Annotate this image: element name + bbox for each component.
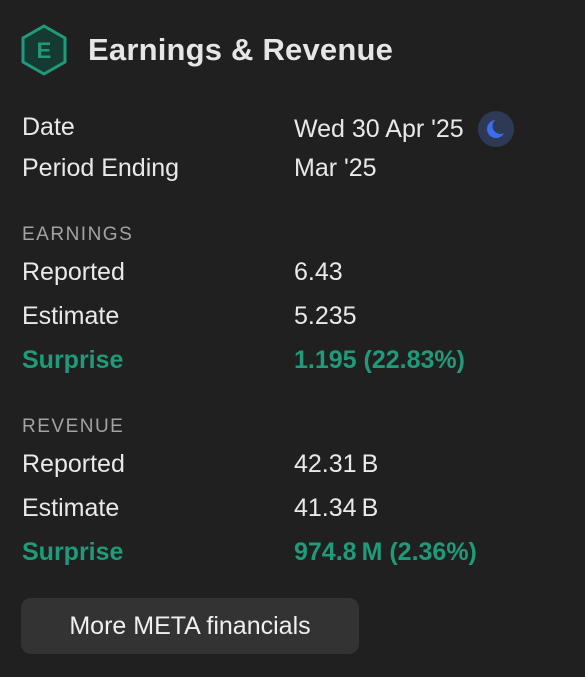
earnings-estimate-row: Estimate 5.235: [22, 300, 565, 332]
revenue-surprise-label: Surprise: [22, 538, 124, 566]
date-value: Wed 30 Apr '25: [294, 115, 464, 143]
revenue-surprise-row: Surprise 974.8 M (2.36%): [22, 536, 565, 568]
moon-icon: [477, 111, 514, 147]
earnings-reported-label: Reported: [22, 258, 125, 286]
revenue-reported-row: Reported 42.31 B: [22, 448, 565, 480]
date-value-wrap: Wed 30 Apr '25: [294, 111, 514, 147]
revenue-reported-value: 42.31 B: [294, 450, 379, 478]
earnings-surprise-value: 1.195 (22.83%): [294, 346, 465, 374]
earnings-surprise-label: Surprise: [22, 346, 124, 374]
revenue-estimate-label: Estimate: [22, 494, 120, 522]
more-financials-button[interactable]: More META financials: [21, 598, 359, 654]
date-row: Date Wed 30 Apr '25: [22, 111, 565, 147]
period-row: Period Ending Mar '25: [22, 152, 565, 184]
earnings-surprise-row: Surprise 1.195 (22.83%): [22, 344, 565, 376]
card-header: E Earnings & Revenue: [20, 24, 393, 76]
card-title: Earnings & Revenue: [88, 32, 394, 67]
earnings-heading: EARNINGS: [22, 224, 134, 245]
earnings-estimate-label: Estimate: [22, 302, 120, 330]
earnings-estimate-value: 5.235: [294, 302, 357, 330]
period-value: Mar '25: [294, 154, 377, 182]
period-label: Period Ending: [22, 154, 180, 182]
revenue-estimate-row: Estimate 41.34 B: [22, 492, 565, 524]
date-label: Date: [22, 113, 75, 141]
revenue-heading: REVENUE: [22, 416, 125, 437]
revenue-reported-label: Reported: [22, 450, 125, 478]
revenue-surprise-value: 974.8 M (2.36%): [294, 538, 477, 566]
hexagon-letter: E: [37, 38, 52, 63]
earnings-reported-row: Reported 6.43: [22, 256, 565, 288]
earnings-hexagon-icon: E: [21, 24, 67, 76]
earnings-reported-value: 6.43: [294, 258, 343, 286]
revenue-estimate-value: 41.34 B: [294, 494, 379, 522]
